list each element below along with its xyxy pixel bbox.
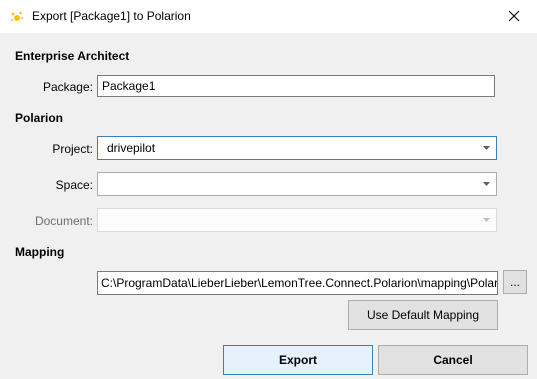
- space-combobox[interactable]: [97, 172, 497, 196]
- chevron-down-icon: [483, 146, 490, 150]
- polarion-heading: Polarion: [15, 111, 64, 125]
- title-bar: Export [Package1] to Polarion: [0, 0, 537, 33]
- close-icon: [508, 10, 520, 22]
- project-combobox[interactable]: drivepilot: [97, 136, 497, 160]
- chevron-down-icon: [483, 182, 490, 186]
- lemontree-app-icon: [9, 9, 25, 25]
- use-default-mapping-button[interactable]: Use Default Mapping: [348, 300, 498, 330]
- enterprise-architect-heading: Enterprise Architect: [15, 49, 130, 63]
- cancel-button[interactable]: Cancel: [378, 345, 528, 375]
- export-button[interactable]: Export: [223, 345, 373, 375]
- close-button[interactable]: [491, 0, 537, 33]
- mapping-heading: Mapping: [15, 245, 65, 259]
- window-title: Export [Package1] to Polarion: [32, 9, 191, 23]
- mapping-path-field[interactable]: C:\ProgramData\LieberLieber\LemonTree.Co…: [97, 271, 498, 295]
- package-field[interactable]: Package1: [97, 75, 495, 97]
- document-label: Document:: [34, 214, 93, 228]
- project-value: drivepilot: [107, 141, 156, 155]
- chevron-down-icon: [483, 218, 490, 222]
- document-combobox: [97, 208, 497, 232]
- space-label: Space:: [55, 178, 93, 192]
- browse-mapping-button[interactable]: ...: [503, 270, 527, 294]
- package-label: Package:: [42, 80, 93, 94]
- project-label: Project:: [52, 142, 93, 156]
